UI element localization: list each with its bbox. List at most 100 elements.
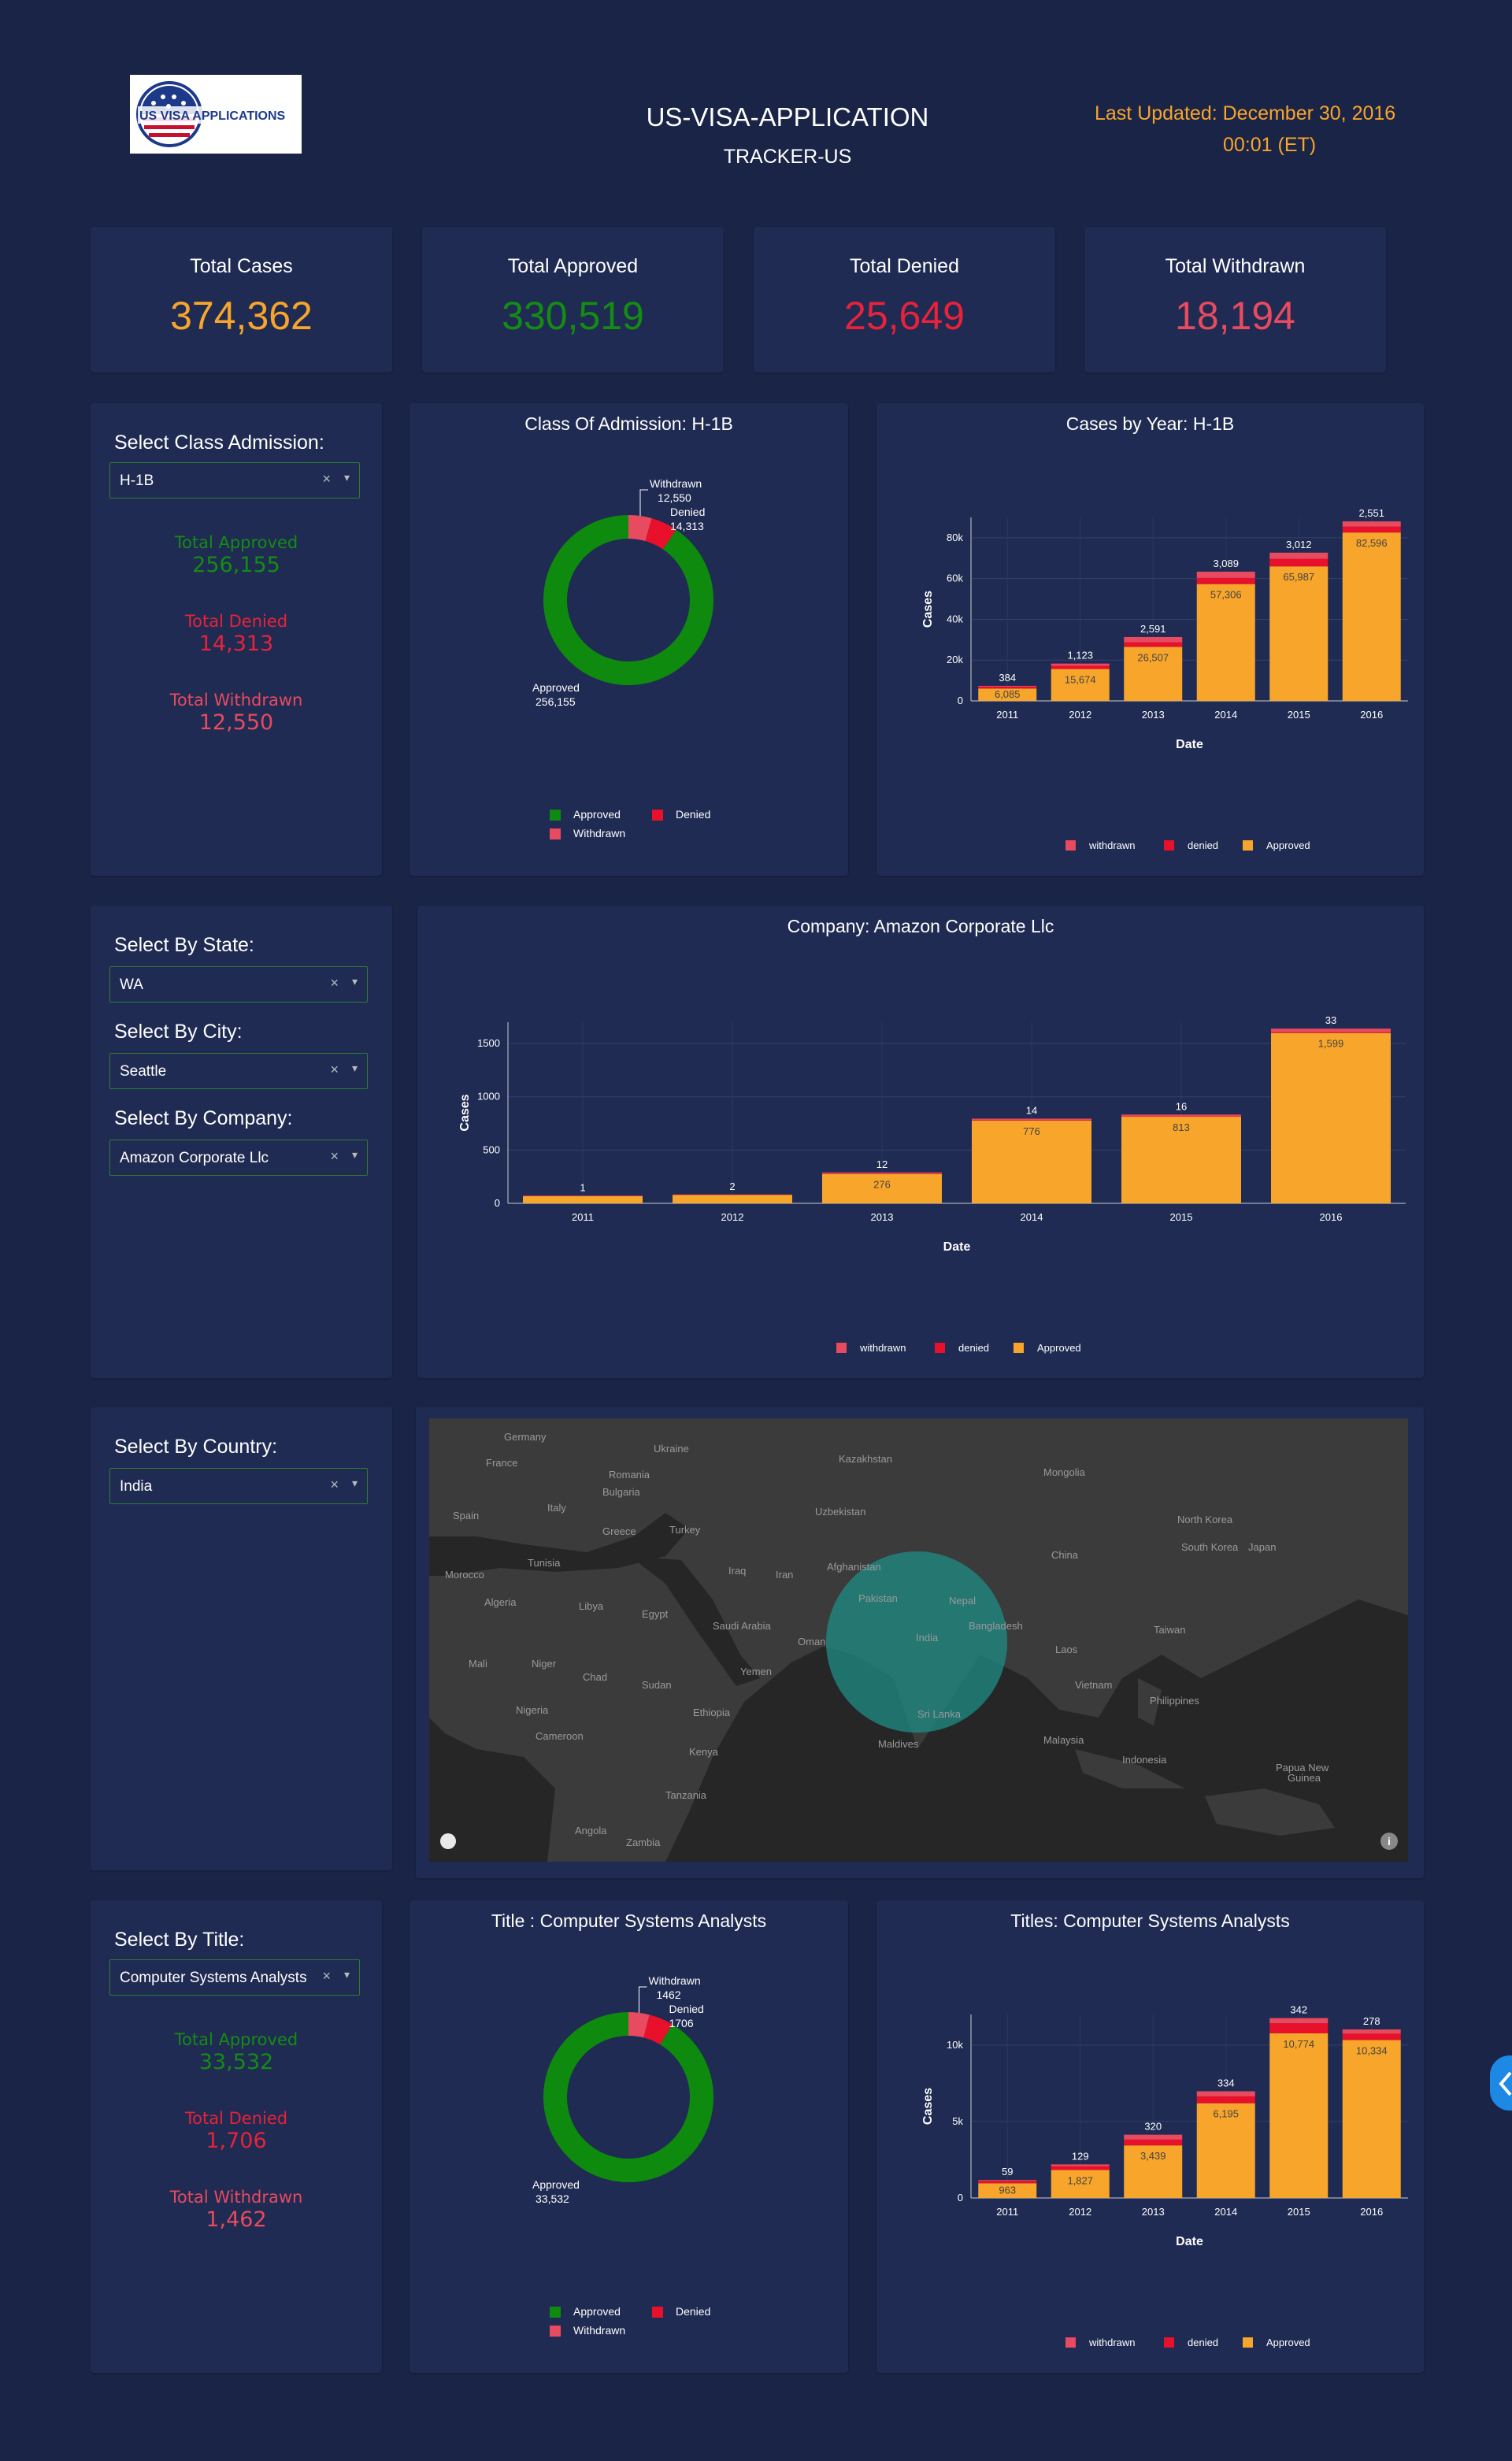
legend-swatch[interactable]	[550, 828, 561, 839]
bar-withdrawn[interactable]	[1051, 663, 1110, 666]
legend-swatch[interactable]	[1164, 2337, 1174, 2348]
bar-denied[interactable]	[1196, 2096, 1255, 2103]
legend-label[interactable]: Approved	[1037, 1342, 1081, 1354]
legend-label[interactable]: Withdrawn	[573, 827, 625, 839]
bar-withdrawn[interactable]	[1121, 1114, 1241, 1117]
legend-label[interactable]: Withdrawn	[573, 2324, 625, 2337]
bar-denied[interactable]	[1051, 665, 1110, 669]
class-admission-donut-chart: Class Of Admission: H-1BWithdrawn12,550D…	[524, 413, 733, 839]
donut-slice-withdrawn[interactable]	[628, 2012, 650, 2038]
clear-icon[interactable]: ×	[322, 1968, 331, 1985]
bar-denied[interactable]	[1342, 526, 1401, 533]
legend-swatch[interactable]	[1243, 2337, 1253, 2348]
donut-slice-approved[interactable]	[543, 515, 713, 685]
legend-swatch[interactable]	[1065, 840, 1076, 851]
bar-denied[interactable]	[972, 1120, 1091, 1121]
bar-withdrawn[interactable]	[1271, 1029, 1391, 1032]
legend-label[interactable]: Approved	[573, 808, 621, 821]
bar-approved[interactable]	[1342, 2040, 1401, 2198]
bar-withdrawn[interactable]	[1196, 2091, 1255, 2096]
bar-withdrawn[interactable]	[1269, 2018, 1329, 2024]
city-dropdown[interactable]: Seattle × ▾	[109, 1053, 368, 1089]
bar-approved[interactable]	[523, 1195, 643, 1203]
map-canvas[interactable]: i Germany Ukraine Kazakhstan Mongolia France…	[429, 1418, 1408, 1862]
chevron-down-icon[interactable]: ▾	[344, 471, 350, 484]
legend-swatch[interactable]	[550, 2307, 561, 2318]
bar-approved[interactable]	[1196, 584, 1255, 701]
legend-swatch[interactable]	[1243, 840, 1253, 851]
chevron-down-icon[interactable]: ▾	[352, 1477, 358, 1490]
legend-label[interactable]: withdrawn	[1088, 839, 1136, 851]
bar-denied[interactable]	[978, 686, 1037, 689]
bar-withdrawn[interactable]	[1124, 636, 1183, 643]
legend-label[interactable]: Approved	[1266, 839, 1310, 851]
chevron-down-icon[interactable]: ▾	[352, 1062, 358, 1075]
bar-denied[interactable]	[1342, 2033, 1401, 2040]
legend-swatch[interactable]	[1164, 840, 1174, 851]
legend-label[interactable]: Denied	[676, 2305, 710, 2318]
clear-icon[interactable]: ×	[322, 471, 331, 487]
donut-slice-denied[interactable]	[644, 518, 676, 550]
legend-swatch[interactable]	[652, 2307, 663, 2318]
legend-label[interactable]: withdrawn	[859, 1342, 906, 1354]
bar-approved[interactable]	[1269, 2033, 1329, 2198]
scroll-helper-button[interactable]	[1490, 2055, 1512, 2111]
bar-withdrawn[interactable]	[1196, 571, 1255, 578]
bar-approved[interactable]	[1342, 532, 1401, 701]
bar-withdrawn[interactable]	[1342, 2029, 1401, 2034]
legend-swatch[interactable]	[935, 1343, 945, 1353]
bar-denied[interactable]	[822, 1173, 942, 1174]
clear-icon[interactable]: ×	[330, 1148, 339, 1165]
bar-approved[interactable]	[1271, 1032, 1391, 1203]
bar-denied[interactable]	[1121, 1116, 1241, 1117]
x-tick-label: 2016	[1360, 709, 1383, 721]
legend-swatch[interactable]	[1065, 2337, 1076, 2348]
legend-label[interactable]: Approved	[573, 2305, 621, 2318]
clear-icon[interactable]: ×	[330, 975, 339, 991]
bar-withdrawn[interactable]	[972, 1118, 1091, 1121]
donut-slice-approved[interactable]	[543, 2012, 713, 2182]
bar-withdrawn[interactable]	[978, 685, 1037, 687]
bar-withdrawn[interactable]	[1051, 2164, 1110, 2166]
legend-swatch[interactable]	[550, 2326, 561, 2337]
company-dropdown[interactable]: Amazon Corporate Llc × ▾	[109, 1140, 368, 1176]
legend-label[interactable]: Approved	[1266, 2337, 1310, 2348]
donut-slice-withdrawn[interactable]	[628, 515, 652, 542]
bar-approved[interactable]	[1269, 566, 1329, 701]
state-dropdown[interactable]: WA × ▾	[109, 966, 368, 1003]
chevron-down-icon[interactable]: ▾	[352, 975, 358, 988]
title-dropdown[interactable]: Computer Systems Analysts × ▾	[109, 1959, 360, 1996]
legend-label[interactable]: denied	[1188, 2337, 1218, 2348]
chevron-down-icon[interactable]: ▾	[344, 1968, 350, 1981]
legend-label[interactable]: withdrawn	[1088, 2337, 1136, 2348]
donut-slice-denied[interactable]	[643, 2014, 673, 2045]
legend-swatch[interactable]	[550, 810, 561, 821]
bar-denied[interactable]	[1269, 2023, 1329, 2033]
bar-withdrawn[interactable]	[1342, 521, 1401, 527]
bar-approved[interactable]	[673, 1195, 792, 1203]
bar-denied[interactable]	[1271, 1032, 1391, 1033]
bar-withdrawn[interactable]	[523, 1195, 643, 1196]
bar-denied[interactable]	[1051, 2166, 1110, 2170]
clear-icon[interactable]: ×	[330, 1477, 339, 1493]
bar-denied[interactable]	[1269, 558, 1329, 567]
legend-swatch[interactable]	[652, 810, 663, 821]
bar-withdrawn[interactable]	[1269, 552, 1329, 559]
clear-icon[interactable]: ×	[330, 1062, 339, 1078]
class-admission-dropdown[interactable]: H-1B × ▾	[109, 462, 360, 499]
legend-label[interactable]: denied	[958, 1342, 989, 1354]
country-map[interactable]: i Germany Ukraine Kazakhstan Mongolia France…	[429, 1418, 1408, 1862]
bar-denied[interactable]	[978, 2181, 1037, 2184]
legend-label[interactable]: Denied	[676, 808, 710, 821]
bar-withdrawn[interactable]	[978, 2180, 1037, 2181]
bar-denied[interactable]	[1124, 2139, 1183, 2146]
chevron-down-icon[interactable]: ▾	[352, 1148, 358, 1162]
bar-withdrawn[interactable]	[1124, 2134, 1183, 2140]
bar-withdrawn[interactable]	[822, 1172, 942, 1174]
legend-swatch[interactable]	[1014, 1343, 1024, 1353]
legend-label[interactable]: denied	[1188, 839, 1218, 851]
legend-swatch[interactable]	[836, 1343, 847, 1353]
bar-denied[interactable]	[1196, 577, 1255, 584]
country-dropdown[interactable]: India × ▾	[109, 1468, 368, 1504]
bar-denied[interactable]	[1124, 642, 1183, 647]
